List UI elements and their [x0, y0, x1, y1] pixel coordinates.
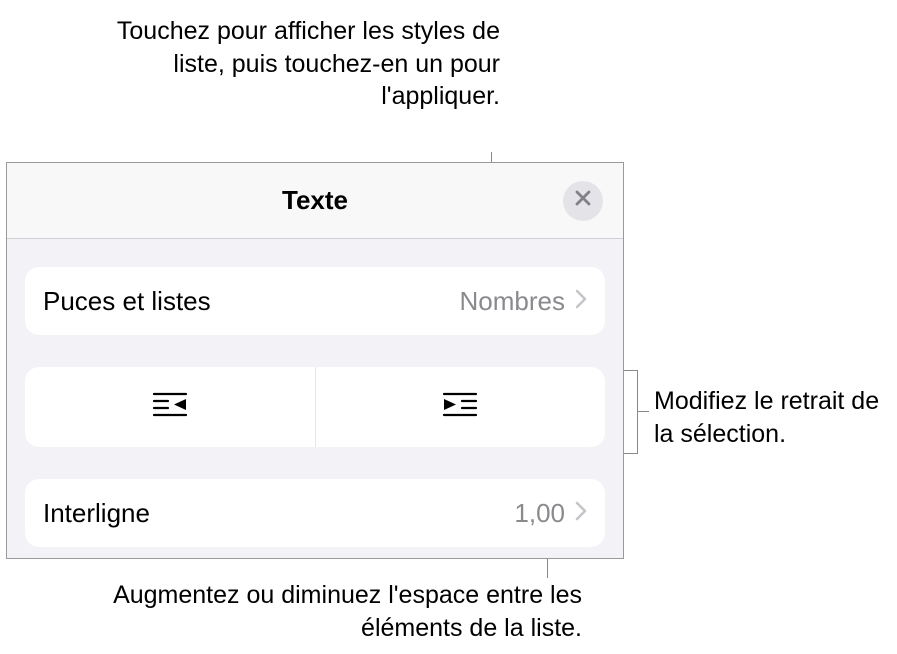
chevron-right-icon: [575, 289, 587, 314]
bullets-label: Puces et listes: [43, 286, 460, 317]
line-spacing-row[interactable]: Interligne 1,00: [25, 479, 605, 547]
outdent-button[interactable]: [25, 367, 316, 447]
indent-segmented-control: [25, 367, 605, 447]
callout-line-spacing: Augmentez ou diminuez l'espace entre les…: [72, 579, 582, 644]
panel-title: Texte: [282, 185, 348, 216]
close-button[interactable]: [563, 181, 603, 221]
leader-line: [624, 453, 638, 454]
callout-list-styles: Touchez pour afficher les styles de list…: [80, 15, 500, 113]
bullets-and-lists-row[interactable]: Puces et listes Nombres: [25, 267, 605, 335]
panel-header: Texte: [7, 163, 623, 239]
indent-icon: [436, 390, 484, 425]
bullets-value: Nombres: [460, 286, 565, 317]
callout-indent: Modifiez le retrait de la sélection.: [654, 385, 892, 450]
outdent-icon: [146, 390, 194, 425]
line-spacing-label: Interligne: [43, 498, 514, 529]
line-spacing-value: 1,00: [514, 498, 565, 529]
text-format-panel: Texte Puces et listes Nombres: [6, 162, 624, 559]
indent-button[interactable]: [316, 367, 606, 447]
leader-line: [624, 370, 638, 371]
chevron-right-icon: [575, 501, 587, 526]
close-icon: [574, 189, 592, 212]
leader-line: [637, 411, 649, 412]
panel-body: Puces et listes Nombres: [7, 239, 623, 547]
